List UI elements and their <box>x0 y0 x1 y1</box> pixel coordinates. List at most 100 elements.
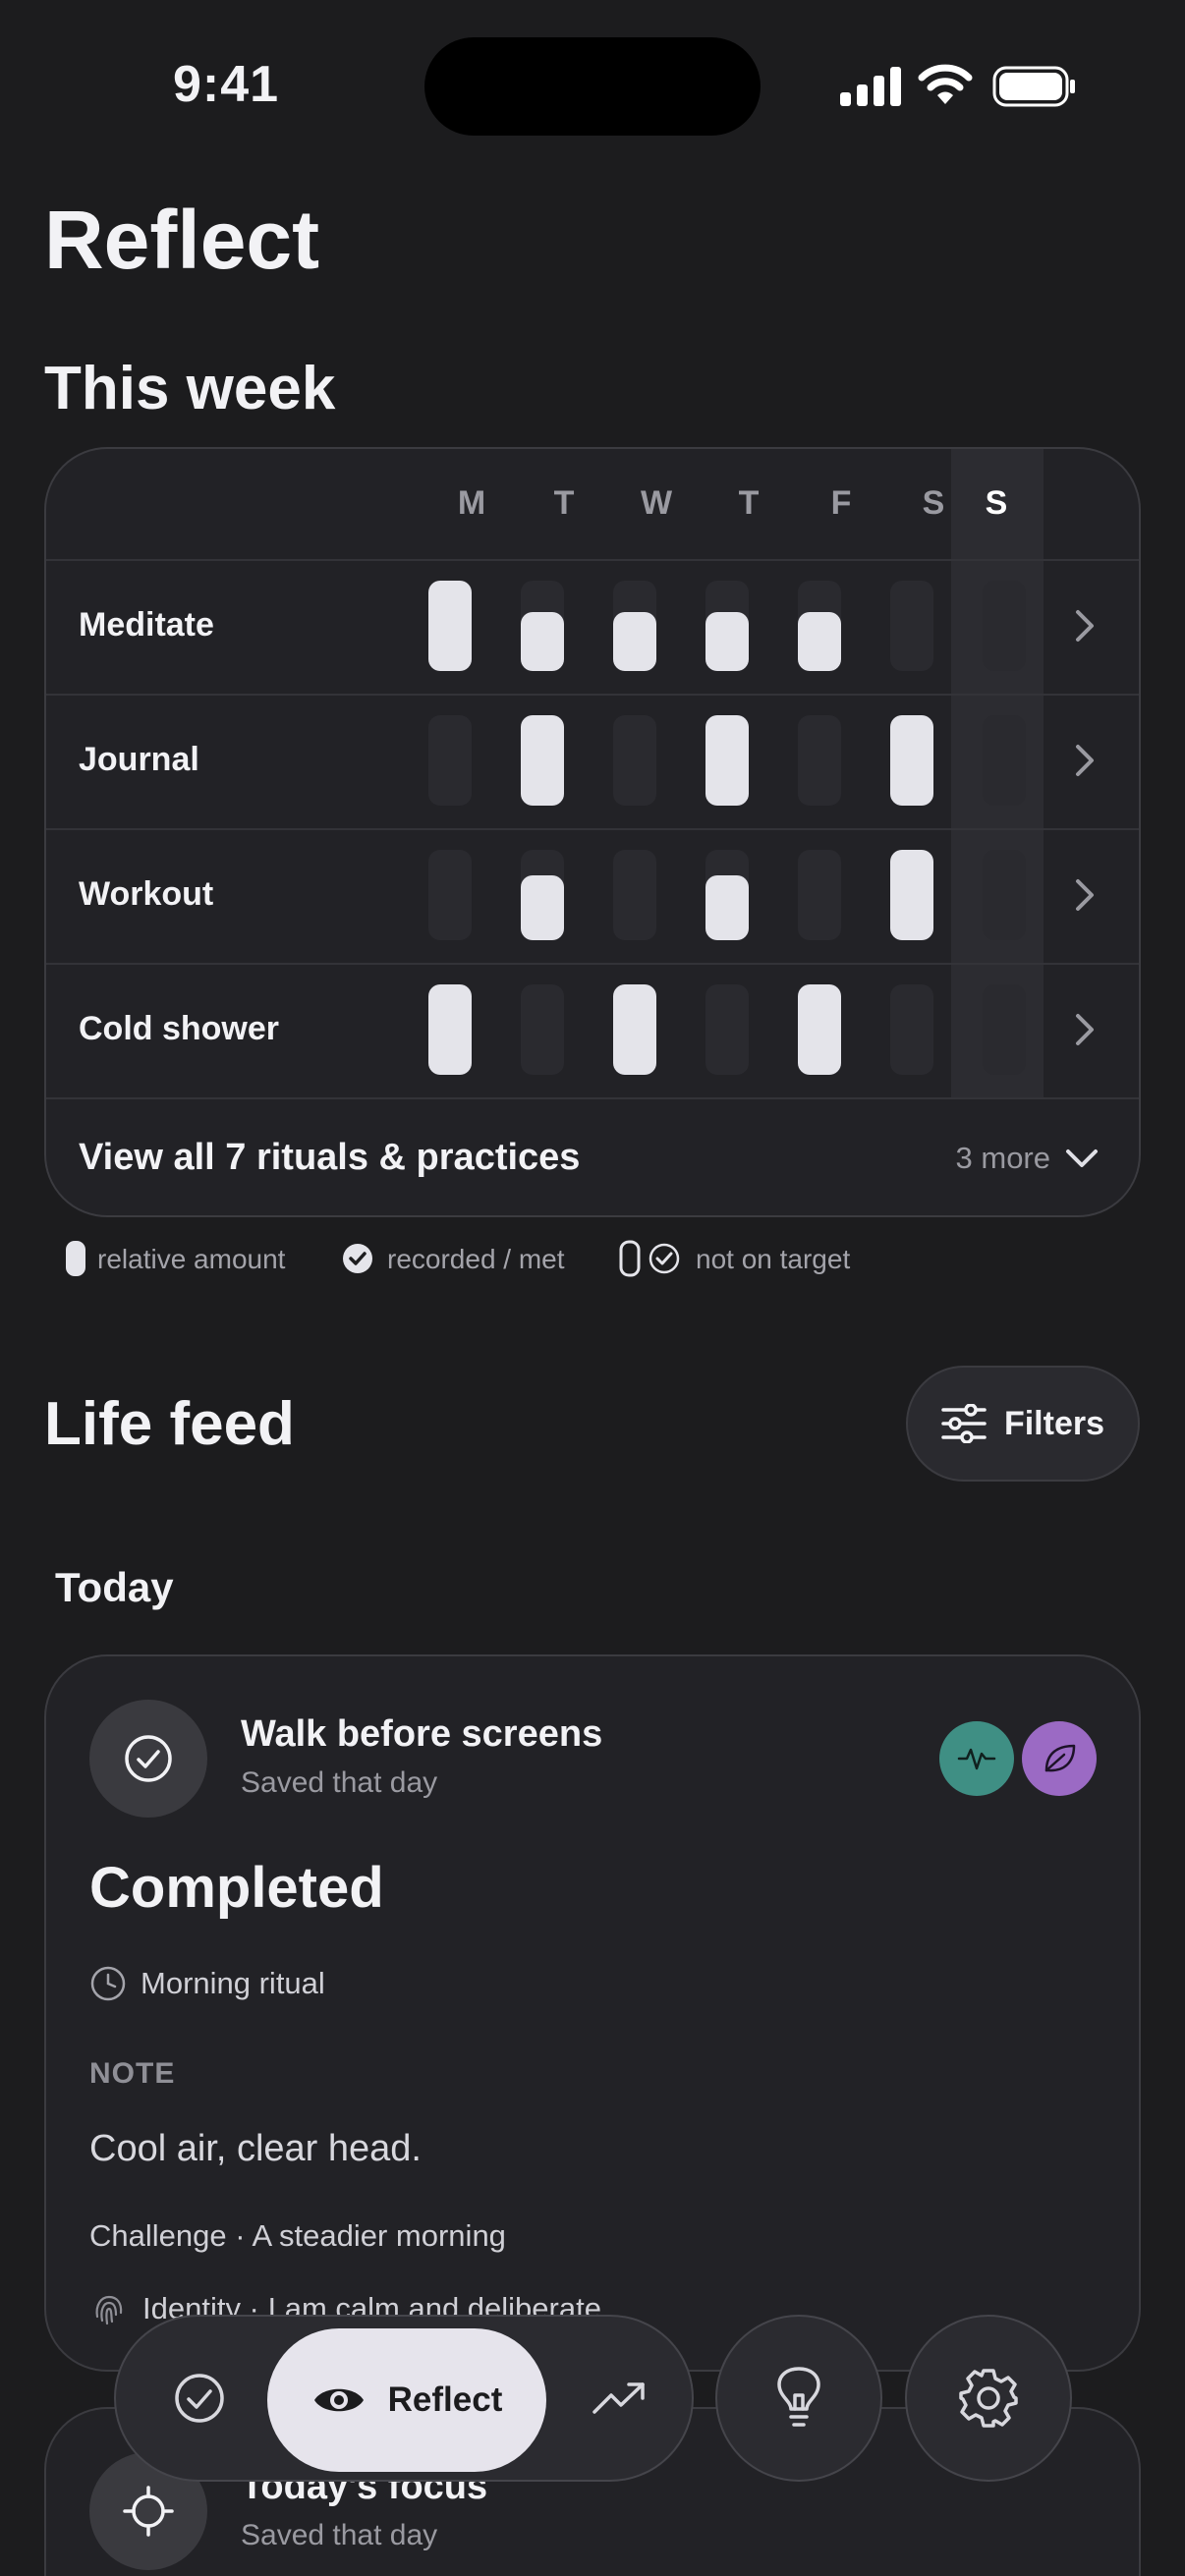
habit-day-cell[interactable] <box>613 581 656 671</box>
tab-trends[interactable] <box>586 2364 654 2433</box>
habit-label: Workout <box>79 875 214 913</box>
sliders-icon <box>941 1404 987 1443</box>
clock-icon <box>90 1966 126 2001</box>
day-header-mon: M <box>457 484 486 522</box>
habit-amount-bar <box>798 984 841 1075</box>
habit-day-cell[interactable] <box>983 715 1026 806</box>
entry-subtitle: Saved that day <box>241 2519 438 2551</box>
divider <box>46 1097 1139 1099</box>
habit-day-cell[interactable] <box>521 581 564 671</box>
chevron-right-icon[interactable] <box>1070 606 1100 645</box>
leaf-icon <box>1044 1744 1076 1772</box>
habit-amount-bar <box>613 984 656 1075</box>
habit-amount-bar <box>798 612 841 671</box>
habit-day-cell[interactable] <box>983 850 1026 940</box>
trend-up-icon <box>592 2382 645 2414</box>
filters-button[interactable]: Filters <box>906 1366 1140 1482</box>
day-header-sat: S <box>922 484 945 522</box>
target-icon <box>123 2486 174 2537</box>
bar-outline-icon <box>619 1240 641 1277</box>
pulse-icon <box>957 1748 996 1770</box>
habit-day-cell[interactable] <box>521 850 564 940</box>
entry-status: Completed <box>89 1856 384 1920</box>
day-header-fri: F <box>830 484 852 522</box>
check-circle-icon <box>125 1735 172 1782</box>
more-count[interactable]: 3 more <box>956 1141 1050 1176</box>
feed-entry-card[interactable]: Walk before screens Saved that day Compl… <box>44 1654 1141 2372</box>
life-feed-title: Life feed <box>44 1390 295 1458</box>
habit-day-cell[interactable] <box>428 850 472 940</box>
entry-subtitle: Saved that day <box>241 1766 438 1799</box>
habit-day-cell[interactable] <box>521 715 564 806</box>
lightbulb-icon <box>777 2367 820 2427</box>
divider <box>46 828 1139 830</box>
settings-button[interactable] <box>905 2315 1072 2482</box>
note-label: NOTE <box>89 2057 176 2090</box>
bar-swatch-icon <box>66 1241 85 1276</box>
insights-button[interactable] <box>715 2315 882 2482</box>
habit-amount-bar <box>890 715 933 806</box>
habit-day-cell[interactable] <box>890 715 933 806</box>
habit-day-cell[interactable] <box>890 850 933 940</box>
feed-date-heading: Today <box>55 1564 174 1610</box>
tab-reflect[interactable]: Reflect <box>267 2328 546 2472</box>
eye-icon <box>313 2388 364 2412</box>
view-all-rituals-link[interactable]: View all 7 rituals & practices <box>79 1137 580 1179</box>
health-badge <box>939 1721 1014 1796</box>
habit-amount-bar <box>428 984 472 1075</box>
habit-amount-bar <box>705 612 749 671</box>
entry-title: Walk before screens <box>241 1713 603 1755</box>
fingerprint-icon <box>95 2295 123 2325</box>
chevron-right-icon[interactable] <box>1070 875 1100 915</box>
page-title: Reflect <box>44 194 320 286</box>
habit-label: Cold shower <box>79 1010 280 1047</box>
habit-amount-bar <box>705 875 749 940</box>
habit-day-cell[interactable] <box>613 715 656 806</box>
habit-day-cell[interactable] <box>983 984 1026 1075</box>
signal-icon <box>840 67 901 106</box>
tab-habits[interactable] <box>165 2364 234 2433</box>
status-bar: 9:41 <box>0 0 1185 147</box>
check-circle-icon <box>175 2374 224 2423</box>
chevron-down-icon[interactable] <box>1064 1147 1100 1170</box>
habit-day-cell[interactable] <box>798 715 841 806</box>
habit-amount-bar <box>890 850 933 940</box>
habit-amount-bar <box>705 715 749 806</box>
habit-day-cell[interactable] <box>798 984 841 1075</box>
tab-bar: Reflect <box>114 2315 694 2482</box>
day-header-thu: T <box>738 484 760 522</box>
habit-day-cell[interactable] <box>705 715 749 806</box>
week-tracker-card: M T W T F S S Meditate Journal Workout Cold… <box>44 447 1141 1217</box>
habit-day-cell[interactable] <box>983 581 1026 671</box>
entry-ritual-row: Morning ritual <box>89 1965 325 2002</box>
habit-amount-bar <box>613 612 656 671</box>
habit-day-cell[interactable] <box>798 850 841 940</box>
chevron-right-icon[interactable] <box>1070 741 1100 780</box>
habit-day-cell[interactable] <box>890 581 933 671</box>
habit-day-cell[interactable] <box>428 581 472 671</box>
entry-ritual: Morning ritual <box>141 1966 325 2000</box>
wifi-icon <box>918 64 973 104</box>
habit-amount-bar <box>521 715 564 806</box>
divider <box>46 559 1139 561</box>
habit-day-cell[interactable] <box>798 581 841 671</box>
habit-day-cell[interactable] <box>705 581 749 671</box>
habit-day-cell[interactable] <box>521 984 564 1075</box>
habit-day-cell[interactable] <box>428 984 472 1075</box>
entry-avatar <box>89 1700 207 1818</box>
nature-badge <box>1022 1721 1097 1796</box>
habit-day-cell[interactable] <box>705 984 749 1075</box>
habit-day-cell[interactable] <box>613 984 656 1075</box>
habit-day-cell[interactable] <box>705 850 749 940</box>
habit-amount-bar <box>521 612 564 671</box>
habit-label: Meditate <box>79 606 214 644</box>
check-filled-icon <box>343 1244 372 1273</box>
habit-amount-bar <box>428 581 472 671</box>
divider <box>46 694 1139 696</box>
habit-day-cell[interactable] <box>428 715 472 806</box>
battery-icon <box>992 66 1075 107</box>
chevron-right-icon[interactable] <box>1070 1010 1100 1049</box>
habit-day-cell[interactable] <box>613 850 656 940</box>
day-header-wed: W <box>640 484 673 522</box>
habit-day-cell[interactable] <box>890 984 933 1075</box>
